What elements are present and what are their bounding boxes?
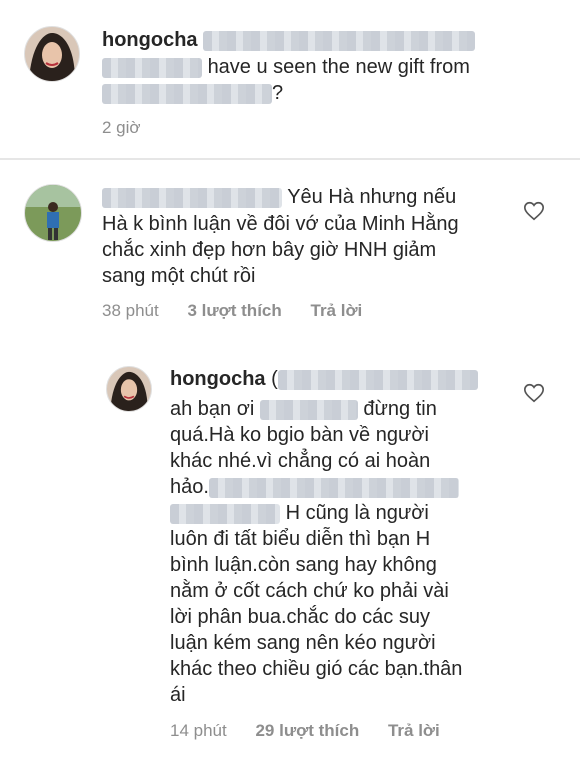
reply-line-3: quá.Hà ko bgio bàn về người [170, 424, 429, 446]
heart-outline-icon[interactable] [523, 382, 545, 404]
comment-reply-button[interactable]: Trả lời [311, 301, 363, 320]
avatar-hongocha-reply[interactable] [106, 366, 152, 412]
caption-line-3: ? [102, 80, 283, 106]
caption-text-2: ? [272, 82, 284, 104]
comment-like-count[interactable]: 3 lượt thích [187, 301, 281, 320]
redacted-text [259, 399, 358, 420]
reply-line-4: khác nhé.vì chẳng có ai hoàn [170, 450, 431, 472]
reply-text: đừng tin [363, 398, 437, 420]
reply-paren: ( [271, 368, 278, 390]
redacted-mention [102, 57, 202, 78]
reply-line-13: ái [170, 684, 186, 706]
reply-reply-button[interactable]: Trả lời [388, 721, 440, 740]
comment-line-3: chắc xinh đẹp hơn bây giờ HNH giảm [102, 239, 437, 261]
caption-text-1: have u seen the new gift from [207, 56, 470, 78]
redacted-text [170, 503, 280, 524]
redacted-mention [102, 83, 272, 104]
reply-line-9: nằm ở cốt cách chứ ko phải vài [170, 580, 449, 602]
reply-line-5: hảo. [170, 474, 459, 500]
redacted-text [203, 30, 476, 51]
reply-username[interactable]: hongocha [170, 368, 266, 390]
reply-line-6: H cũng là người [170, 500, 429, 526]
heart-outline-icon[interactable] [523, 200, 545, 222]
caption-timestamp: 2 giờ [102, 118, 141, 137]
caption-divider [0, 158, 580, 160]
redacted-text [208, 477, 459, 498]
reply-line-2: ah bạn ơi đừng tin [170, 396, 437, 422]
reply-meta: 14 phút 29 lượt thích Trả lời [170, 721, 440, 741]
avatar-image [25, 185, 81, 241]
caption-line-2: have u seen the new gift from [102, 54, 470, 80]
avatar-image [25, 27, 79, 81]
comment-line-4: sang một chút rồi [102, 265, 256, 287]
reply-line-1: hongocha ( [170, 366, 478, 392]
avatar-image [107, 367, 151, 411]
reply-text: hảo. [170, 476, 209, 498]
reply-like-count[interactable]: 29 lượt thích [255, 721, 359, 740]
reply-line-12: khác theo chiều gió các bạn.thân [170, 658, 463, 680]
comment-line-1: Yêu Hà nhưng nếu [102, 184, 456, 210]
reply-text: H cũng là người [285, 502, 429, 524]
caption-username[interactable]: hongocha [102, 29, 198, 51]
caption-line-1: hongocha [102, 27, 476, 53]
redacted-text [277, 369, 478, 390]
reply-line-10: lời phân bua.chắc do các suy [170, 606, 430, 628]
avatar-hongocha[interactable] [24, 26, 80, 82]
reply-line-8: bình luận.còn sang hay không [170, 554, 437, 576]
reply-line-7: luôn đi tất biểu diễn thì bạn H [170, 528, 431, 550]
comment-text: Yêu Hà nhưng nếu [287, 186, 457, 208]
reply-timestamp: 14 phút [170, 721, 227, 740]
avatar-commenter[interactable] [24, 184, 82, 242]
reply-line-11: luận kém sang nên kéo người [170, 632, 436, 654]
redacted-username [102, 187, 282, 208]
reply-text: ah bạn ơi [170, 398, 255, 420]
comment-line-2: Hà k bình luận về đôi vớ của Minh Hằng [102, 213, 459, 235]
comment-meta: 38 phút 3 lượt thích Trả lời [102, 301, 362, 321]
comment-timestamp: 38 phút [102, 301, 159, 320]
